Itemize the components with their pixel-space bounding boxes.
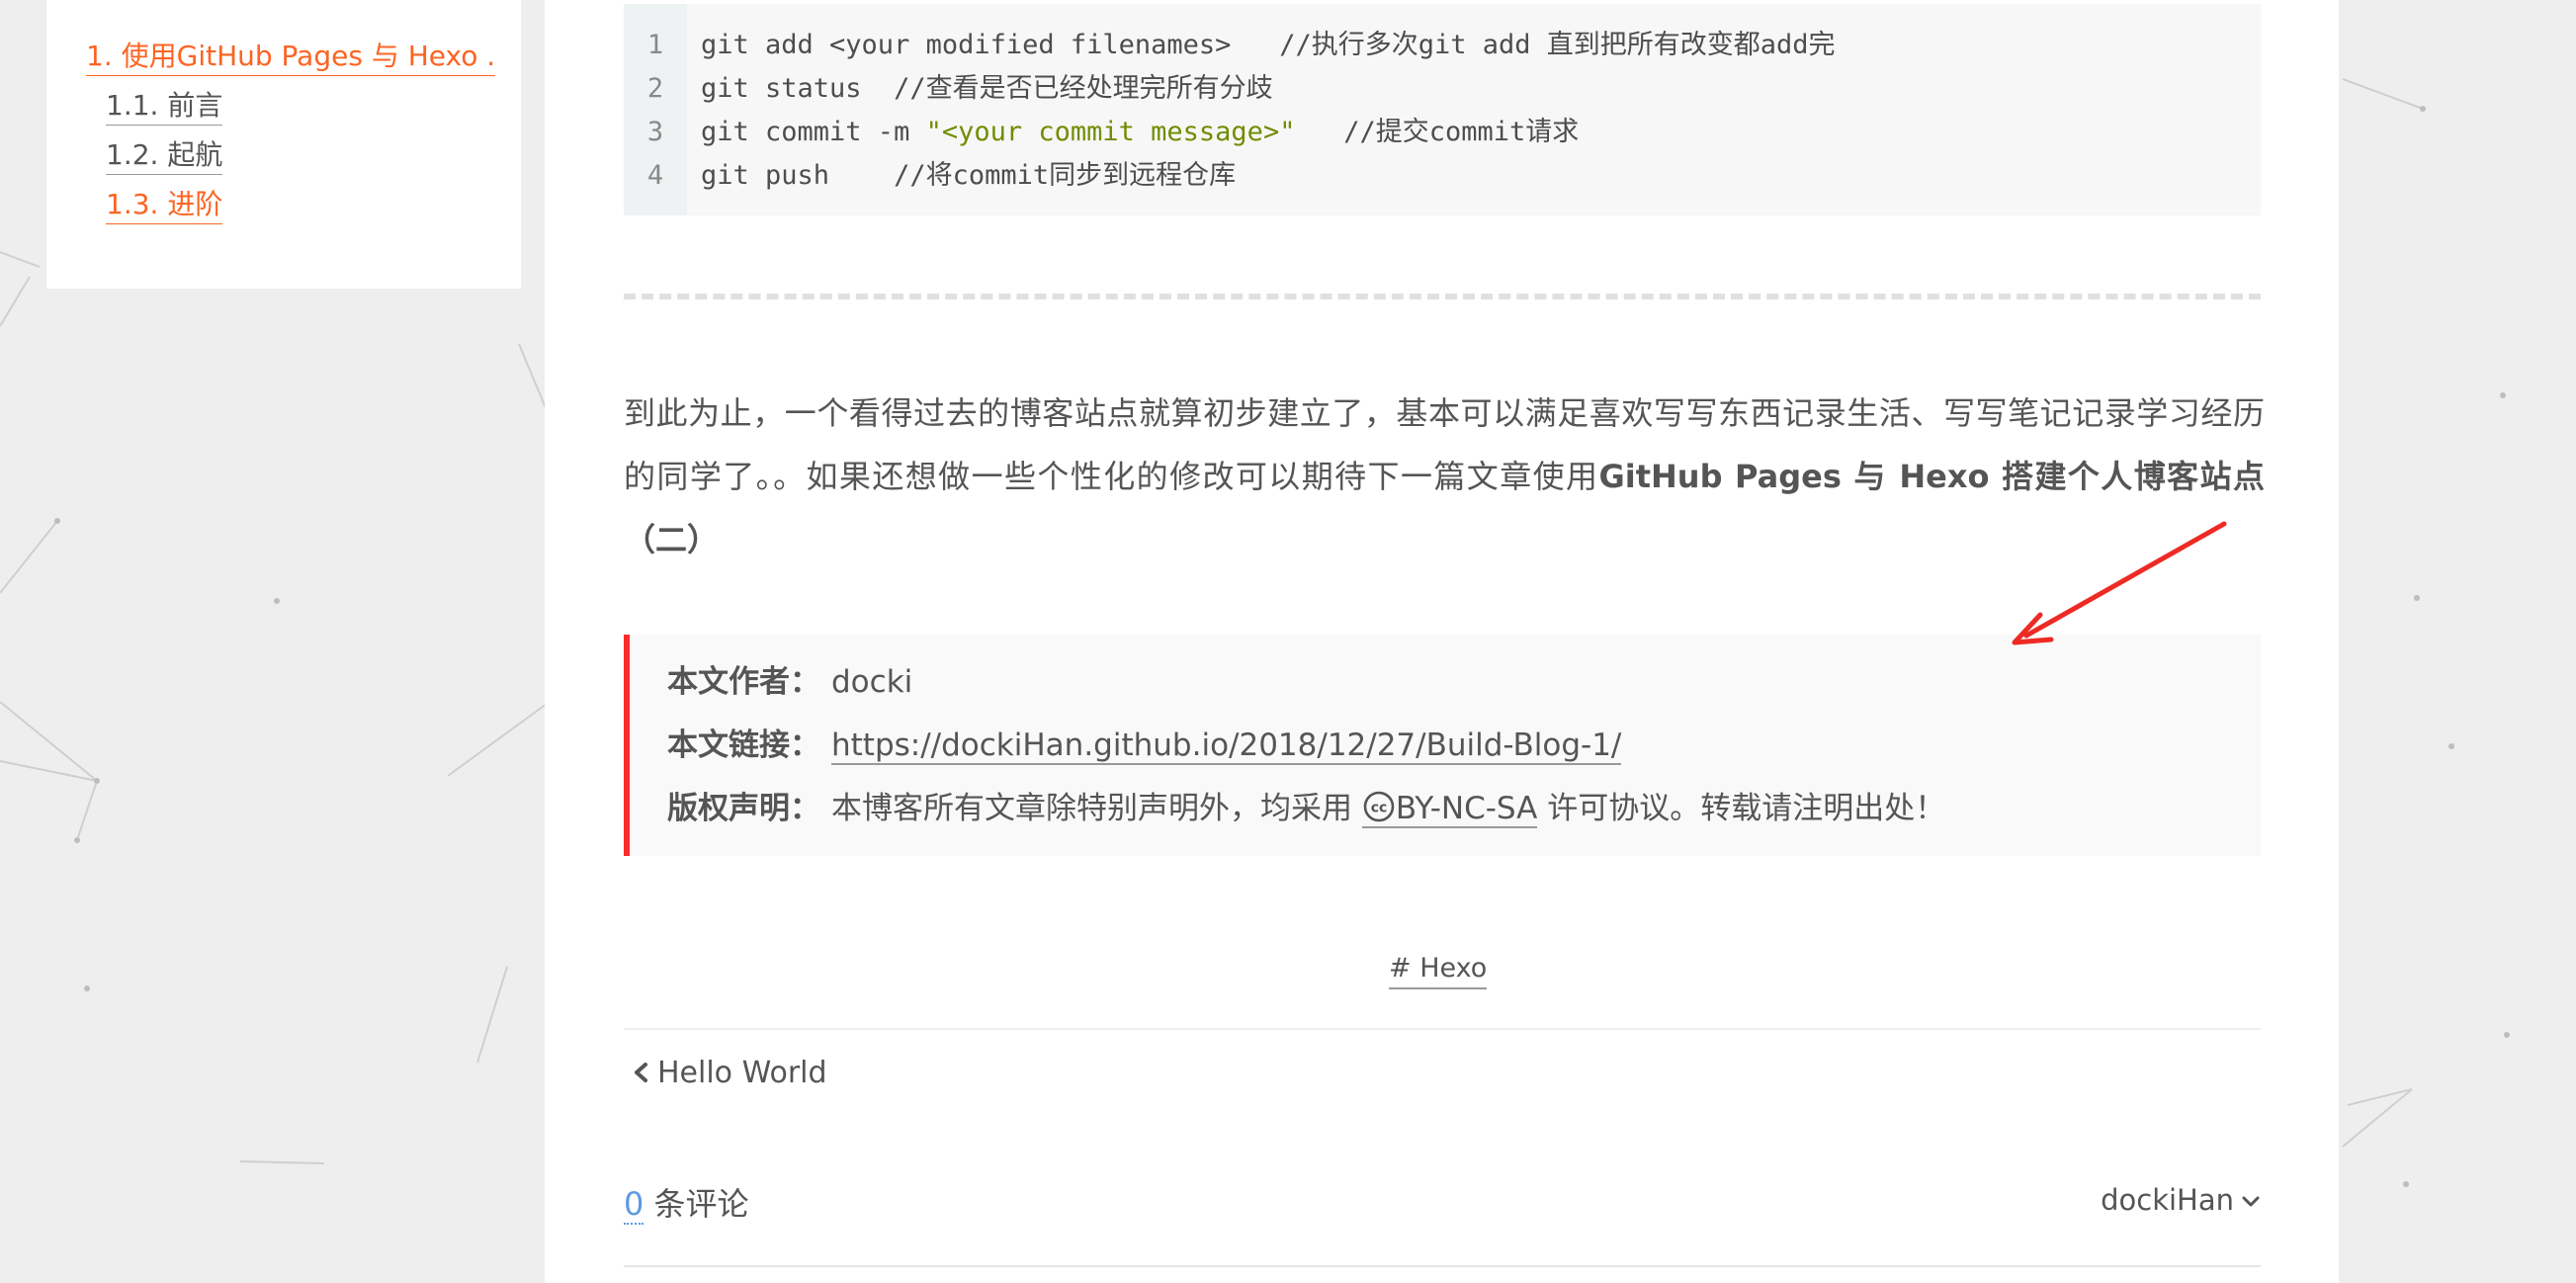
comment-user-name: dockiHan (2101, 1183, 2234, 1217)
code-gutter: 1 2 3 4 (624, 4, 687, 215)
code-string: "<your commit message>" (925, 117, 1296, 147)
toc-item-1[interactable]: 1. 使用GitHub Pages 与 Hexo ... (86, 38, 495, 76)
prev-post-link[interactable]: Hello World (632, 1054, 827, 1094)
creative-commons-icon: cc (1363, 791, 1395, 822)
code-text: git push //将commit同步到远程仓库 (701, 160, 1237, 191)
comment-count-label: 条评论 (644, 1185, 749, 1223)
code-line: git status //查看是否已经处理完所有分歧 (701, 67, 1273, 111)
code-text: git status //查看是否已经处理完所有分歧 (701, 73, 1273, 104)
comment-divider (624, 1265, 2261, 1267)
license-text: 本博客所有文章除特别声明外，均采用 (831, 791, 1362, 826)
post-permalink[interactable]: https://dockiHan.github.io/2018/12/27/Bu… (831, 727, 1622, 765)
post-toc-sidebar: 1. 使用GitHub Pages 与 Hexo ... 1.1. 前言 1.2… (46, 0, 521, 289)
code-comment: //提交commit请求 (1295, 117, 1580, 147)
code-text: git commit -m (701, 117, 926, 147)
license-text: 许可协议。转载请注明出处！ (1537, 791, 1946, 826)
code-text: git add <your modified filenames> //执行多次… (701, 30, 1836, 60)
comment-count: 0 条评论 (624, 1182, 749, 1226)
link-label: 本文链接： (667, 727, 820, 763)
post-copyright: 本文作者： docki 本文链接： https://dockiHan.github.… (624, 635, 2261, 856)
comment-user-menu[interactable]: dockiHan (2101, 1180, 2260, 1220)
chevron-down-icon (2242, 1196, 2260, 1207)
post-divider (624, 294, 2261, 299)
post-content: 1 2 3 4 git add <your modified filenames… (545, 0, 2339, 1283)
chevron-left-icon (632, 1055, 657, 1094)
author-value: docki (831, 664, 913, 700)
tag-hexo[interactable]: # Hexo (1389, 950, 1488, 989)
post-footer-divider (624, 1028, 2261, 1030)
copyright-license-row: 版权声明： 本博客所有文章除特别声明外，均采用 cc BY-NC-SA 许可协议。转… (667, 787, 1945, 830)
toc-item-1-1[interactable]: 1.1. 前言 (106, 87, 223, 126)
license-link[interactable]: cc BY-NC-SA (1361, 791, 1538, 828)
line-number: 2 (646, 73, 664, 104)
code-line: git push //将commit同步到远程仓库 (701, 154, 1236, 198)
svg-text:cc: cc (1371, 801, 1388, 816)
line-number: 3 (646, 117, 664, 147)
prev-post-title: Hello World (657, 1056, 827, 1090)
license-label: 版权声明： (667, 791, 820, 826)
copyright-author-row: 本文作者： docki (667, 660, 912, 704)
line-number: 4 (646, 160, 664, 191)
license-link-label: BY-NC-SA (1395, 791, 1538, 826)
code-block: 1 2 3 4 git add <your modified filenames… (624, 4, 2261, 215)
toc-item-1-2[interactable]: 1.2. 起航 (106, 136, 223, 175)
comment-count-number[interactable]: 0 (624, 1185, 644, 1225)
toc-item-1-3[interactable]: 1.3. 进阶 (106, 186, 223, 224)
code-line: git commit -m "<your commit message>" //… (701, 111, 1579, 154)
copyright-link-row: 本文链接： https://dockiHan.github.io/2018/12/… (667, 724, 1622, 767)
author-label: 本文作者： (667, 664, 820, 700)
code-line: git add <your modified filenames> //执行多次… (701, 24, 1836, 67)
line-number: 1 (646, 30, 664, 60)
article-paragraph: 到此为止，一个看得过去的博客站点就算初步建立了，基本可以满足喜欢写写东西记录生活… (624, 382, 2265, 571)
